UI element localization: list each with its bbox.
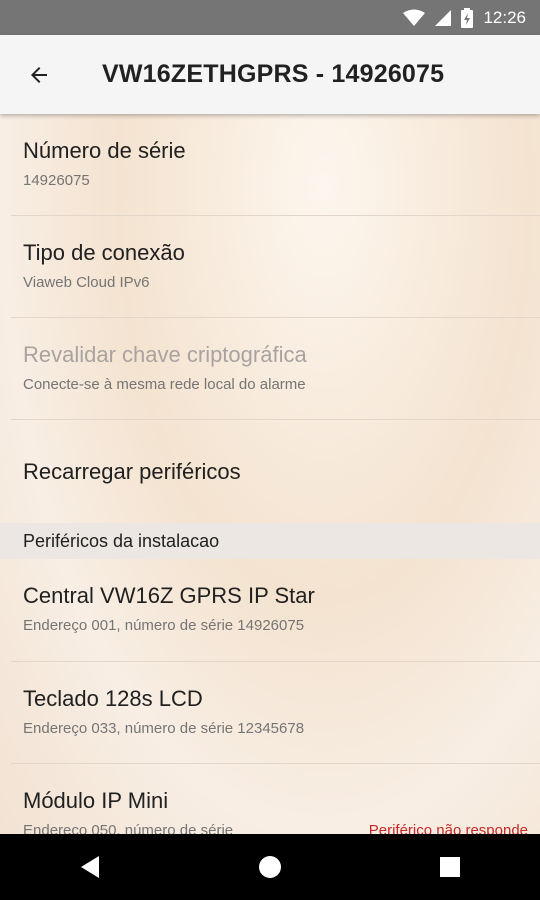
page-title: VW16ZETHGPRS - 14926075 [102, 60, 445, 88]
setting-title: Tipo de conexão [23, 240, 185, 265]
wifi-icon [403, 9, 426, 27]
peripheral-item[interactable]: Teclado 128s LCD Endereço 033, número de… [11, 662, 540, 764]
recents-square-icon [440, 857, 460, 877]
setting-title: Recarregar periféricos [23, 459, 241, 484]
signal-icon [435, 9, 452, 26]
back-triangle-icon [81, 856, 99, 878]
system-nav-bar [0, 834, 540, 900]
app-bar: VW16ZETHGPRS - 14926075 [0, 35, 540, 114]
status-bar: 12:26 [0, 0, 540, 35]
nav-back-button[interactable] [60, 837, 120, 897]
nav-home-button[interactable] [240, 837, 300, 897]
peripheral-name: Central VW16Z GPRS IP Star [23, 583, 315, 608]
peripheral-status-warning: Periférico não responde [368, 822, 528, 834]
setting-serial-number[interactable]: Número de série 14926075 [11, 114, 540, 216]
peripheral-item[interactable]: Módulo IP Mini Endereço 050, número de s… [11, 764, 540, 834]
home-circle-icon [259, 856, 281, 878]
battery-charging-icon [461, 7, 474, 28]
setting-revalidate-key: Revalidar chave criptográfica Conecte-se… [11, 318, 540, 420]
clock: 12:26 [483, 7, 526, 27]
setting-title: Número de série [23, 138, 186, 163]
settings-list: Número de série 14926075 Tipo de conexão… [0, 114, 540, 834]
setting-title: Revalidar chave criptográfica [23, 342, 307, 367]
setting-connection-type[interactable]: Tipo de conexão Viaweb Cloud IPv6 [11, 216, 540, 318]
setting-value: Conecte-se à mesma rede local do alarme [23, 376, 306, 393]
peripheral-name: Módulo IP Mini [23, 788, 169, 813]
arrow-back-icon [31, 66, 47, 83]
peripheral-detail: Endereço 050, número de série [23, 822, 234, 834]
peripheral-detail: Endereço 001, número de série 14926075 [23, 617, 305, 634]
setting-reload-peripherals[interactable]: Recarregar periféricos [11, 420, 540, 523]
peripheral-detail: Endereço 033, número de série 12345678 [23, 720, 305, 737]
peripheral-item[interactable]: Central VW16Z GPRS IP Star Endereço 001,… [11, 559, 540, 662]
setting-value: Viaweb Cloud IPv6 [23, 274, 150, 291]
section-header: Periféricos da instalacao [0, 523, 540, 559]
nav-recents-button[interactable] [420, 837, 480, 897]
setting-value: 14926075 [23, 172, 90, 189]
peripheral-detail-line: Endereço 050, número de série Periférico… [23, 822, 540, 834]
back-button[interactable] [0, 35, 78, 114]
peripheral-name: Teclado 128s LCD [23, 686, 203, 711]
